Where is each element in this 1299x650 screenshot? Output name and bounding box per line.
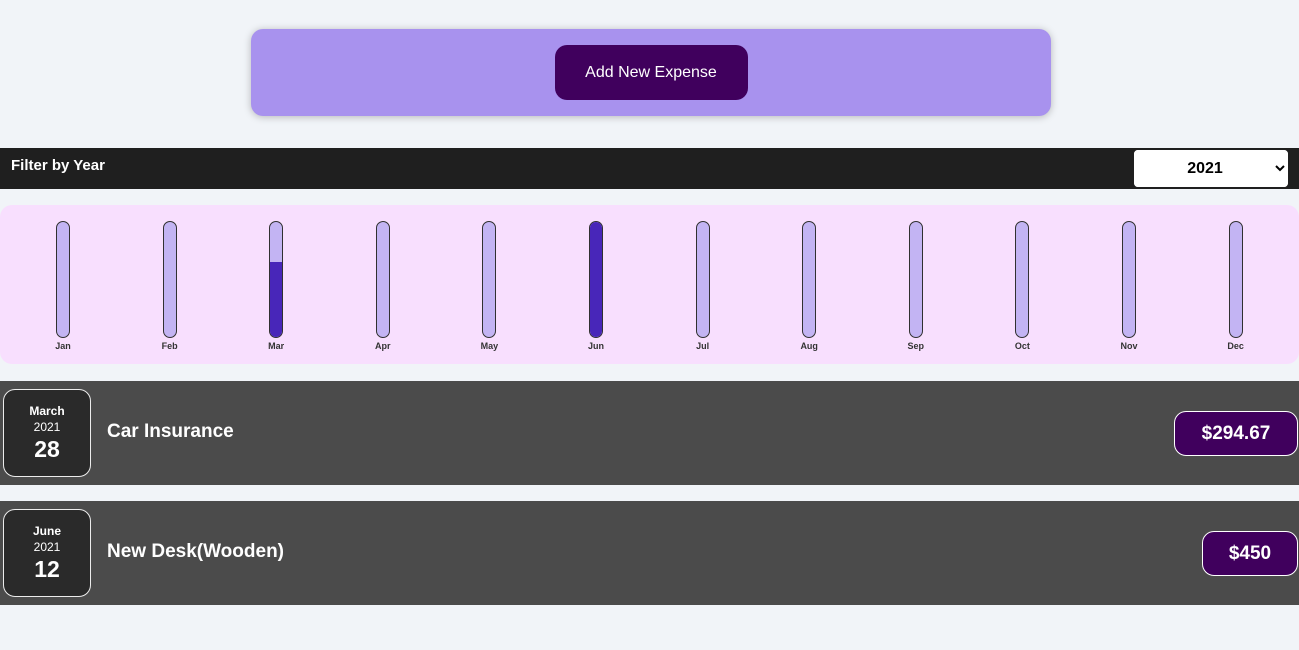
new-expense-panel: Add New Expense (251, 29, 1051, 116)
chart-bar-label: Oct (1014, 341, 1030, 351)
chart-bar: Mar (246, 221, 306, 361)
expenses-chart: Jan Feb Mar Apr May Jun Jul Aug Sep Oct Nov Dec (0, 205, 1299, 364)
chart-bar-label: Nov (1120, 341, 1138, 351)
chart-bar: Feb (140, 221, 200, 361)
chart-bar-track (695, 221, 710, 338)
expense-item: June 2021 12 New Desk(Wooden) $450 (0, 501, 1299, 605)
chart-bar: Jun (566, 221, 626, 361)
chart-bar-label: Apr (375, 341, 391, 351)
expense-title: New Desk(Wooden) (107, 541, 285, 562)
expense-title: Car Insurance (107, 421, 234, 442)
chart-bar-label: Jun (587, 341, 604, 351)
chart-bar: Jul (673, 221, 733, 361)
chart-bar-label: Mar (268, 341, 285, 351)
chart-bar-track (1122, 221, 1136, 338)
expense-date-day: 12 (34, 555, 60, 582)
chart-bar-label: Jul (696, 341, 710, 351)
add-new-expense-button[interactable]: Add New Expense (554, 45, 748, 100)
filter-label: Filter by Year (11, 157, 105, 174)
expense-price: $450 (1202, 531, 1298, 576)
chart-bar-label: Dec (1227, 341, 1244, 351)
chart-bar-track (1015, 221, 1030, 338)
expenses-filter: Filter by Year 2021 (0, 148, 1299, 189)
expense-date: March 2021 28 (3, 389, 91, 477)
expense-date-year: 2021 (33, 419, 61, 434)
chart-bar-track (375, 221, 390, 338)
chart-bar-track (589, 221, 603, 338)
expense-item: March 2021 28 Car Insurance $294.67 (0, 381, 1299, 485)
chart-bar: Dec (1206, 221, 1266, 361)
chart-bar: May (459, 221, 519, 361)
chart-bar-track (908, 221, 923, 338)
chart-bar-fill (270, 261, 283, 337)
expense-date-month: March (29, 403, 65, 418)
chart-bar-label: May (480, 341, 499, 351)
chart-bar-track (482, 221, 497, 338)
chart-bar: Nov (1099, 221, 1159, 361)
expense-date: June 2021 12 (3, 509, 91, 597)
expense-date-month: June (32, 523, 61, 538)
chart-bar-label: Jan (55, 341, 71, 351)
chart-bar: Jan (33, 221, 93, 361)
chart-bar-label: Sep (907, 341, 925, 351)
chart-bar-fill (590, 222, 602, 337)
expense-price: $294.67 (1174, 411, 1298, 456)
chart-bar-label: Aug (800, 341, 818, 351)
expense-date-year: 2021 (33, 539, 61, 554)
expense-date-day: 28 (34, 435, 60, 462)
chart-bar: Aug (779, 221, 839, 361)
chart-bar-track (162, 221, 177, 338)
chart-bar-track (802, 221, 817, 338)
chart-bar: Oct (992, 221, 1052, 361)
year-select[interactable]: 2021 (1132, 148, 1290, 189)
chart-bar-track (269, 221, 284, 338)
chart-bar-track (56, 221, 70, 338)
chart-bar: Apr (353, 221, 413, 361)
chart-bar-label: Feb (161, 341, 178, 351)
chart-bar-track (1228, 221, 1243, 338)
chart-bar: Sep (886, 221, 946, 361)
